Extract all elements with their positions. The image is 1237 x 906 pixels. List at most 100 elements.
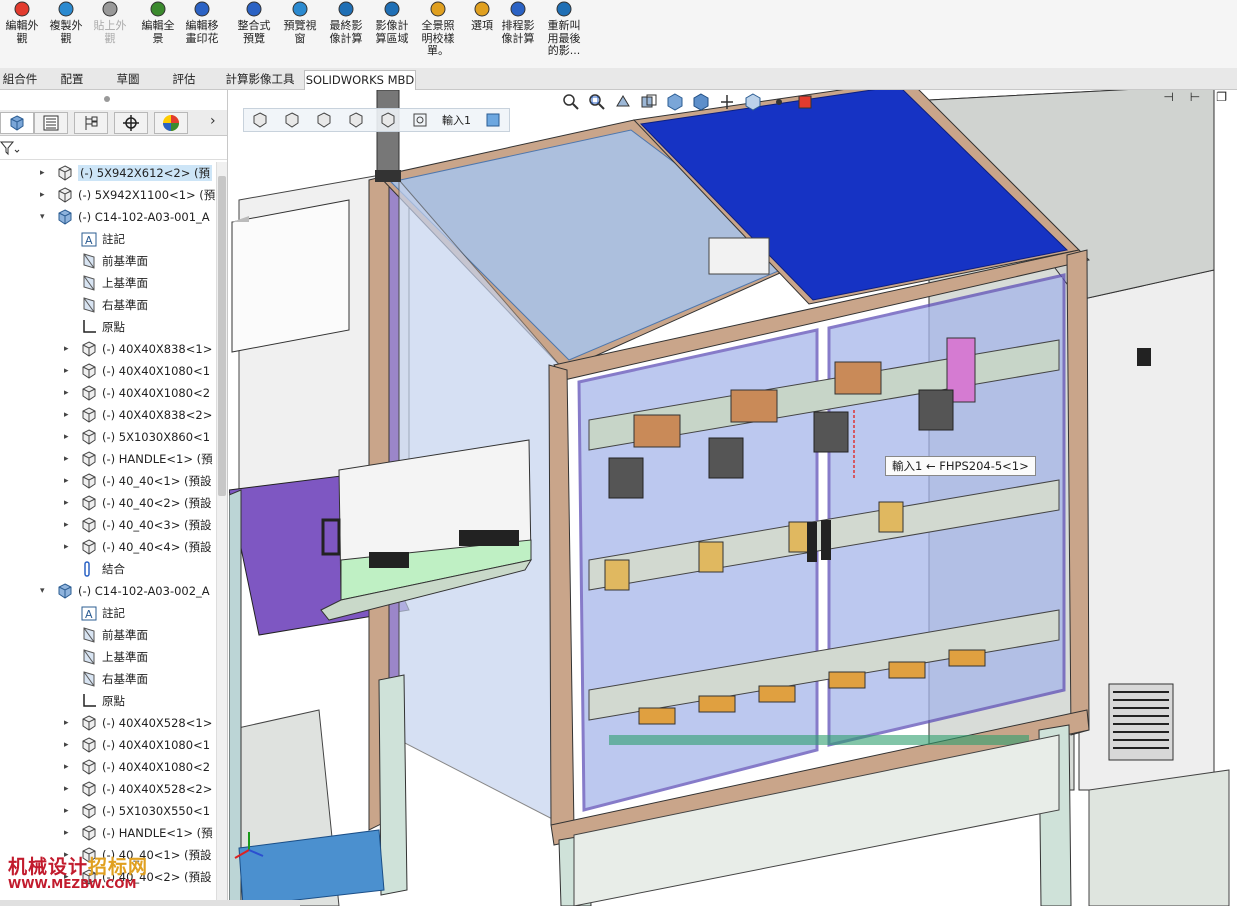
previous-view-icon[interactable] [613, 92, 633, 112]
expand-arrow-icon[interactable]: ▸ [64, 806, 74, 816]
panel-collapse-handle[interactable] [104, 96, 110, 102]
tab[interactable]: 草圖 [108, 70, 148, 90]
tree-item[interactable]: 原點 [64, 316, 125, 338]
expand-arrow-icon[interactable]: ▸ [64, 498, 74, 508]
display-manager-tab[interactable] [154, 112, 188, 134]
expand-arrow-icon[interactable]: ▸ [64, 410, 74, 420]
tab[interactable]: 計算影像工具 [218, 70, 302, 90]
section-view-icon[interactable] [639, 92, 659, 112]
tree-item[interactable]: ▾ (-) C14-102-A03-001_A [40, 206, 210, 228]
tree-item[interactable]: ▸ (-) HANDLE<1> (預 [64, 822, 213, 844]
tree-item[interactable]: A 註記 [64, 228, 125, 250]
tab[interactable]: 組合件 [0, 70, 40, 90]
tree-item[interactable]: A 註記 [64, 602, 125, 624]
tree-item[interactable]: ▸ (-) 5X942X1100<1> (預 [40, 184, 215, 206]
tree-item[interactable]: ▸ (-) 40X40X838<1> [64, 338, 212, 360]
display-style-icon[interactable] [691, 92, 711, 112]
tree-item[interactable]: ▸ (-) 40_40<3> (預設 [64, 514, 212, 536]
breadcrumb-item[interactable] [276, 109, 308, 131]
expand-arrow-icon[interactable]: ▸ [64, 718, 74, 728]
tree-item[interactable]: ▸ (-) HANDLE<1> (預 [64, 448, 213, 470]
tree-item[interactable]: ▸ (-) 5X942X612<2> (預 [40, 162, 212, 184]
ribbon-button[interactable]: 編輯外 觀 [0, 0, 44, 45]
expand-arrow-icon[interactable]: ▸ [64, 542, 74, 552]
tree-item[interactable]: ▸ (-) 40_40<1> (預設 [64, 470, 212, 492]
expand-arrow-icon[interactable]: ▸ [64, 366, 74, 376]
breadcrumb-item[interactable] [340, 109, 372, 131]
tree-item[interactable]: 右基準面 [64, 668, 148, 690]
ribbon-button[interactable]: 貼上外 觀 [88, 0, 132, 45]
scrollbar-thumb[interactable] [218, 176, 226, 496]
restore-left-icon[interactable]: ⊣ [1163, 90, 1173, 104]
zoom-fit-icon[interactable] [561, 92, 581, 112]
expand-arrow-icon[interactable]: ▸ [64, 784, 74, 794]
view-settings-icon[interactable] [795, 92, 815, 112]
property-manager-tab[interactable] [34, 112, 68, 134]
edit-appearance-icon[interactable] [743, 92, 763, 112]
expand-arrow-icon[interactable]: ▸ [40, 168, 50, 178]
tree-scrollbar[interactable] [216, 162, 227, 906]
graphics-area[interactable]: ⊣ ⊢ ❐ 輸入1 輸入1 ← FHPS204-5<1> [229, 90, 1237, 906]
breadcrumb-label[interactable]: 輸入1 [436, 112, 477, 128]
hide-show-items-icon[interactable] [717, 92, 737, 112]
tree-item[interactable]: 原點 [64, 690, 125, 712]
expand-arrow-icon[interactable]: ▸ [64, 476, 74, 486]
tree-item[interactable]: ▸ (-) 40_40<4> (預設 [64, 536, 212, 558]
tree-item[interactable]: ▸ (-) 40_40<2> (預設 [64, 492, 212, 514]
breadcrumb-item[interactable] [308, 109, 340, 131]
tree-item[interactable]: ▾ (-) C14-102-A03-002_A [40, 580, 210, 602]
expand-arrow-icon[interactable]: ▸ [40, 190, 50, 200]
ribbon-button[interactable]: 重新叫 用最後 的影... [542, 0, 586, 58]
tree-item[interactable]: ▸ (-) 40X40X1080<1 [64, 734, 210, 756]
scene-icon[interactable] [769, 92, 789, 112]
tree-item[interactable]: ▸ (-) 40X40X1080<1 [64, 360, 210, 382]
tree-item[interactable]: 前基準面 [64, 250, 148, 272]
tree-item[interactable]: 上基準面 [64, 272, 148, 294]
zoom-area-icon[interactable] [587, 92, 607, 112]
expand-arrow-icon[interactable]: ▸ [64, 520, 74, 530]
ribbon-button[interactable]: 複製外 觀 [44, 0, 88, 45]
tree-item[interactable]: ▸ (-) 40X40X1080<2 [64, 382, 210, 404]
feature-manager-tab[interactable] [0, 112, 34, 134]
view-orientation-icon[interactable] [665, 92, 685, 112]
bottom-model-tabs[interactable] [0, 900, 300, 906]
ribbon-button[interactable]: 編輯移 畫印花 [180, 0, 224, 45]
tree-filter[interactable] [0, 138, 227, 160]
breadcrumb-item[interactable] [372, 109, 404, 131]
configuration-manager-tab[interactable] [74, 112, 108, 134]
chevron-right-icon[interactable]: › [210, 113, 216, 129]
maximize-icon[interactable]: ❐ [1216, 90, 1227, 104]
expand-arrow-icon[interactable]: ▸ [64, 828, 74, 838]
restore-right-icon[interactable]: ⊢ [1190, 90, 1200, 104]
ribbon-button[interactable]: 排程影 像計算 [496, 0, 540, 45]
breadcrumb-item[interactable] [244, 109, 276, 131]
expand-arrow-icon[interactable]: ▸ [64, 432, 74, 442]
expand-arrow-icon[interactable]: ▸ [64, 388, 74, 398]
expand-arrow-icon[interactable]: ▸ [64, 740, 74, 750]
tree-item[interactable]: 右基準面 [64, 294, 148, 316]
ribbon-button[interactable]: 全景照 明校樣 單。 [416, 0, 460, 58]
expand-arrow-icon[interactable]: ▸ [64, 762, 74, 772]
ribbon-button[interactable]: 最終影 像計算 [324, 0, 368, 45]
ribbon-button[interactable]: 編輯全 景 [136, 0, 180, 45]
tree-item[interactable]: 前基準面 [64, 624, 148, 646]
dimxpert-manager-tab[interactable] [114, 112, 148, 134]
ribbon-button[interactable]: 影像計 算區域 [370, 0, 414, 45]
expand-arrow-icon[interactable]: ▸ [64, 454, 74, 464]
tab[interactable]: 配置 [52, 70, 92, 90]
tree-item[interactable]: 上基準面 [64, 646, 148, 668]
tree-item[interactable]: ▸ (-) 40X40X528<1> [64, 712, 212, 734]
collapse-arrow-icon[interactable]: ▾ [40, 212, 50, 222]
tree-item[interactable]: ▸ (-) 5X1030X550<1 [64, 800, 210, 822]
tree-item[interactable]: 結合 [64, 558, 125, 580]
tab[interactable]: 評估 [164, 70, 204, 90]
tree-item[interactable]: ▸ (-) 40X40X528<2> [64, 778, 212, 800]
breadcrumb-item[interactable] [477, 109, 509, 131]
ribbon-button[interactable]: 預覽視 窗 [278, 0, 322, 45]
breadcrumb-item[interactable] [404, 109, 436, 131]
expand-arrow-icon[interactable]: ▸ [64, 344, 74, 354]
ribbon-button[interactable]: 整合式 預覽 [232, 0, 276, 45]
tree-item[interactable]: ▸ (-) 5X1030X860<1 [64, 426, 210, 448]
collapse-arrow-icon[interactable]: ▾ [40, 586, 50, 596]
tab[interactable]: SOLIDWORKS MBD [304, 70, 416, 90]
